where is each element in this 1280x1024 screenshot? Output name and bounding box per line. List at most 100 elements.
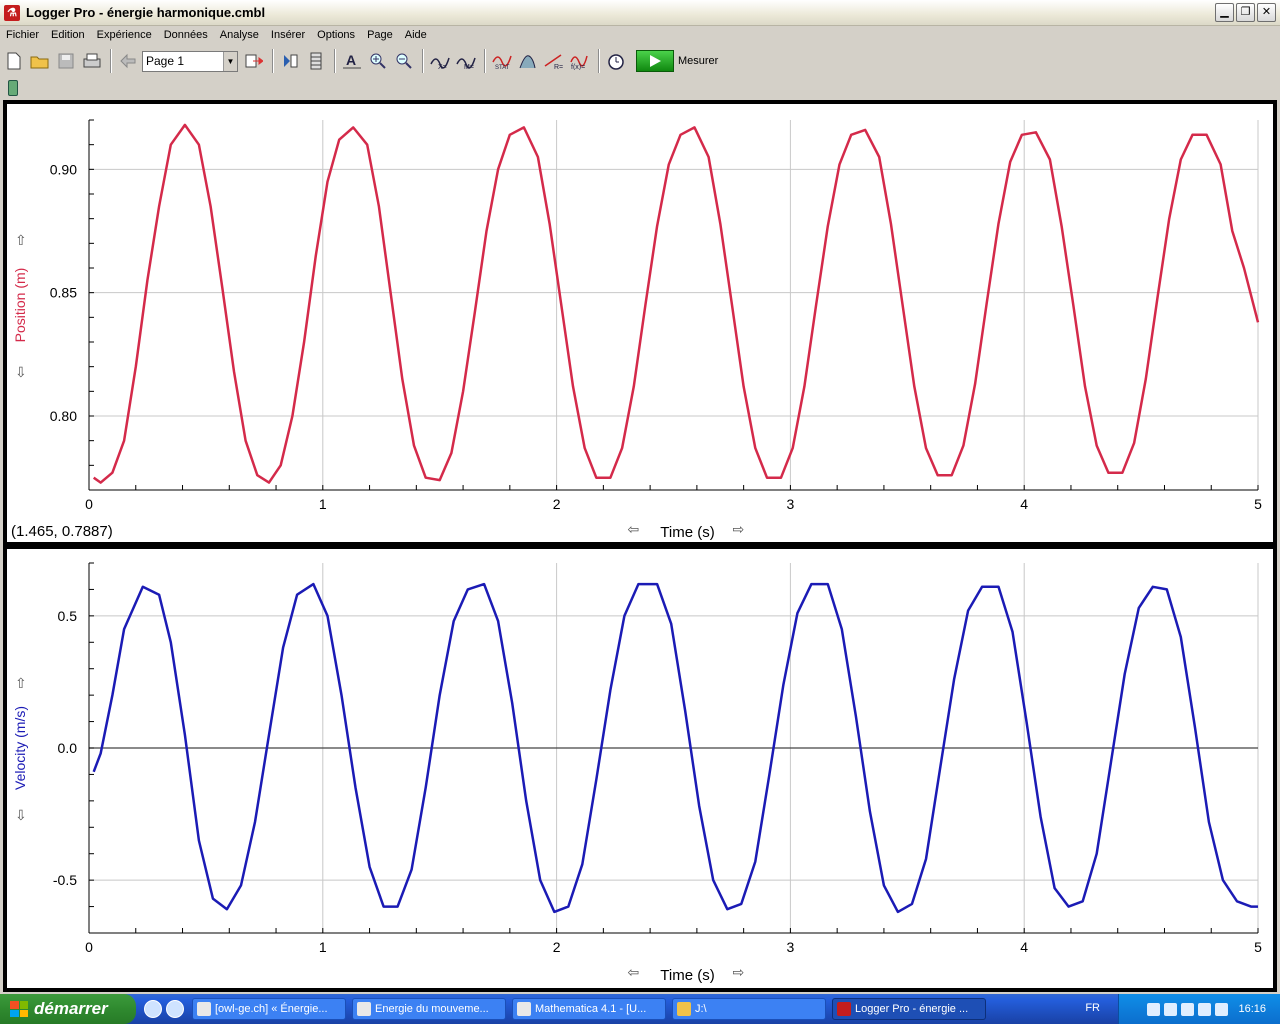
- y-tick-label: 0.5: [58, 608, 78, 624]
- menu-aide[interactable]: Aide: [399, 29, 433, 41]
- cursor-readout: (1.465, 0.7887): [11, 523, 113, 540]
- display-icon[interactable]: [1215, 1002, 1229, 1016]
- play-icon: [636, 50, 674, 72]
- speaker-icon[interactable]: [1147, 1002, 1161, 1016]
- integral-icon[interactable]: [516, 49, 540, 73]
- previous-page-icon[interactable]: [116, 49, 140, 73]
- y-axis-label[interactable]: Velocity (m/s): [12, 706, 28, 790]
- task-owl[interactable]: [owl-ge.ch] « Énergie...: [192, 998, 346, 1020]
- menu-fichier[interactable]: Fichier: [0, 29, 45, 41]
- task-label: Mathematica 4.1 - [U...: [535, 1003, 647, 1015]
- y-tick-label: 0.85: [50, 285, 77, 301]
- internet-explorer-icon[interactable]: [144, 1000, 162, 1018]
- minimize-icon[interactable]: ▁: [1215, 3, 1234, 22]
- system-tray: 16:16: [1118, 994, 1280, 1024]
- title-bar: ⚗ Logger Pro - énergie harmonique.cmbl ▁…: [0, 0, 1280, 26]
- y-tick-label: 0.80: [50, 408, 77, 424]
- examine-icon[interactable]: X=: [428, 49, 452, 73]
- scroll-left-arrow-icon[interactable]: ⇦: [628, 521, 640, 537]
- zoom-in-icon[interactable]: [366, 49, 390, 73]
- windows-logo-icon: [10, 1001, 28, 1017]
- menu-donnees[interactable]: Données: [158, 29, 214, 41]
- data-column-icon[interactable]: [304, 49, 328, 73]
- task-mathematica[interactable]: Mathematica 4.1 - [U...: [512, 998, 666, 1020]
- start-button[interactable]: démarrer: [0, 994, 136, 1024]
- print-icon[interactable]: [80, 49, 104, 73]
- x-tick-label: 4: [1020, 496, 1028, 512]
- collect-button[interactable]: Mesurer: [636, 49, 718, 73]
- statistics-icon[interactable]: STAT: [490, 49, 514, 73]
- next-page-icon[interactable]: [242, 49, 266, 73]
- logger-pro-icon: ⚗: [4, 4, 20, 21]
- position-graph[interactable]: 0 1 2 3 4 5 0.80 0.85 0.90 Position (m) ⇧ ⇩ Time (s)…: [7, 104, 1273, 542]
- data-collection-icon[interactable]: [604, 49, 628, 73]
- x-axis-label[interactable]: Time (s): [660, 967, 714, 984]
- scroll-down-arrow-icon[interactable]: ⇩: [15, 364, 27, 380]
- x-tick-label: 0: [85, 496, 93, 512]
- x-tick-label: 5: [1254, 939, 1262, 955]
- sub-toolbar: [0, 78, 1280, 98]
- x-tick-label: 1: [319, 496, 327, 512]
- zoom-out-icon[interactable]: [392, 49, 416, 73]
- collect-label: Mesurer: [678, 55, 719, 67]
- task-label: J:\: [695, 1003, 707, 1015]
- curve-fit-icon[interactable]: f(x)=: [568, 49, 592, 73]
- menu-options[interactable]: Options: [311, 29, 361, 41]
- scroll-left-arrow-icon[interactable]: ⇦: [628, 964, 640, 980]
- svg-text:M=: M=: [464, 64, 474, 70]
- clock: 16:16: [1238, 1003, 1266, 1015]
- task-label: Logger Pro - énergie ...: [855, 1003, 969, 1015]
- taskbar: démarrer [owl-ge.ch] « Énergie... Energi…: [0, 994, 1280, 1024]
- velocity-graph[interactable]: 0 1 2 3 4 5 -0.5 0.0 0.5 Velocity (m/s) ⇧ ⇩ Time (s)…: [7, 549, 1273, 988]
- browser-icon: [197, 1002, 211, 1016]
- y-axis-label[interactable]: Position (m): [12, 268, 28, 343]
- task-logger-pro[interactable]: Logger Pro - énergie ...: [832, 998, 986, 1020]
- browser-icon[interactable]: [166, 1000, 184, 1018]
- network-icon[interactable]: [1181, 1002, 1195, 1016]
- velocity-graph-svg[interactable]: 0 1 2 3 4 5 -0.5 0.0 0.5 Velocity (m/s) ⇧ ⇩ Time (s)…: [7, 549, 1273, 988]
- shield-icon[interactable]: [1164, 1002, 1178, 1016]
- language-indicator[interactable]: FR: [1085, 1002, 1100, 1014]
- hardware-icon[interactable]: [1198, 1002, 1212, 1016]
- folder-icon: [677, 1002, 691, 1016]
- open-folder-icon[interactable]: [28, 49, 52, 73]
- save-icon[interactable]: [54, 49, 78, 73]
- x-tick-label: 4: [1020, 939, 1028, 955]
- x-tick-label: 1: [319, 939, 327, 955]
- series-line[interactable]: [92, 123, 1260, 484]
- start-label: démarrer: [34, 999, 108, 1018]
- task-label: Energie du mouveme...: [375, 1003, 489, 1015]
- scroll-right-arrow-icon[interactable]: ⇨: [733, 964, 745, 980]
- scroll-down-arrow-icon[interactable]: ⇩: [15, 807, 27, 823]
- position-graph-svg[interactable]: 0 1 2 3 4 5 0.80 0.85 0.90 Position (m) ⇧ ⇩ Time (s)…: [7, 104, 1273, 542]
- close-icon[interactable]: ✕: [1257, 3, 1276, 22]
- logger-pro-icon: [837, 1002, 851, 1016]
- autoscale-icon[interactable]: A: [340, 49, 364, 73]
- new-file-icon[interactable]: [2, 49, 26, 73]
- mathematica-icon: [517, 1002, 531, 1016]
- page-select[interactable]: Page 1 ▼: [142, 50, 238, 72]
- svg-text:STAT: STAT: [495, 65, 510, 70]
- task-folder[interactable]: J:\: [672, 998, 826, 1020]
- menu-experience[interactable]: Expérience: [91, 29, 158, 41]
- scroll-up-arrow-icon[interactable]: ⇧: [15, 675, 27, 691]
- y-tick-label: -0.5: [53, 872, 77, 888]
- task-energie[interactable]: Energie du mouveme...: [352, 998, 506, 1020]
- x-axis-label[interactable]: Time (s): [660, 524, 714, 541]
- menu-inserer[interactable]: Insérer: [265, 29, 311, 41]
- restore-icon[interactable]: ❐: [1236, 3, 1255, 22]
- scroll-right-arrow-icon[interactable]: ⇨: [733, 521, 745, 537]
- scroll-up-arrow-icon[interactable]: ⇧: [15, 232, 27, 248]
- tangent-icon[interactable]: M=: [454, 49, 478, 73]
- linear-fit-icon[interactable]: R=: [542, 49, 566, 73]
- menu-analyse[interactable]: Analyse: [214, 29, 265, 41]
- menu-edition[interactable]: Edition: [45, 29, 91, 41]
- toolbar: Page 1 ▼ A X= M= STAT R= f(x)= Mesurer: [0, 46, 1280, 76]
- x-tick-label: 0: [85, 939, 93, 955]
- x-tick-label: 5: [1254, 496, 1262, 512]
- graph-area: 0 1 2 3 4 5 0.80 0.85 0.90 Position (m) ⇧ ⇩ Time (s)…: [3, 100, 1277, 992]
- sensor-icon[interactable]: [8, 80, 18, 96]
- table-icon[interactable]: [278, 49, 302, 73]
- x-tick-label: 3: [787, 939, 795, 955]
- menu-page[interactable]: Page: [361, 29, 399, 41]
